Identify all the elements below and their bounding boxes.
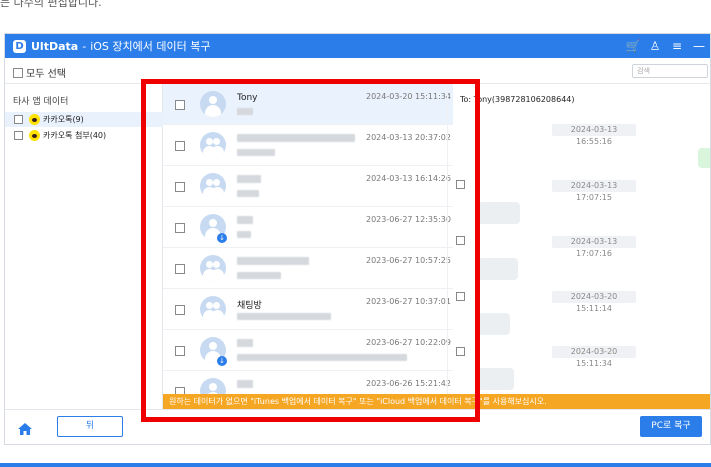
chat-item-checkbox[interactable] xyxy=(175,346,185,356)
blurred-preview xyxy=(237,231,251,238)
chat-time: 2024-03-13 20:37:02 xyxy=(366,133,451,142)
group-avatar xyxy=(200,296,226,322)
select-all-checkbox[interactable]: 모두 선택 xyxy=(13,65,66,80)
blurred-preview xyxy=(237,354,407,361)
chat-item[interactable]: 2024-03-13 20:37:02 xyxy=(163,125,453,166)
chat-time: 2023-06-27 10:57:25 xyxy=(366,256,451,265)
recover-to-pc-button[interactable]: PC로 복구 xyxy=(640,416,702,437)
message-timestamp: 2024-03-13 17:07:16 xyxy=(552,236,636,258)
minimize-icon[interactable]: — xyxy=(688,39,710,53)
chat-name: Tony xyxy=(237,93,258,103)
kakaotalk-icon xyxy=(29,114,40,125)
bottom-window-strip xyxy=(0,463,711,467)
chat-item-checkbox[interactable] xyxy=(175,305,185,315)
chat-item-checkbox[interactable] xyxy=(175,141,185,151)
back-button[interactable]: 뒤 xyxy=(57,416,123,437)
message-bubble-incoming xyxy=(478,258,518,280)
group-avatar xyxy=(200,173,226,199)
sidebar-item-kakaotalk-attachments[interactable]: 카카오톡 첨부(40) xyxy=(5,128,163,143)
chat-item[interactable]: ↓ 2023-06-27 12:35:30 xyxy=(163,207,453,248)
chat-item[interactable]: Tony 2024-03-20 15:11:34 xyxy=(163,84,453,125)
chat-list: Tony 2024-03-20 15:11:34 2024-03-13 20:3… xyxy=(163,84,453,409)
chat-time: 2023-06-27 12:35:30 xyxy=(366,215,451,224)
title-bar: D UltData - iOS 장치에서 데이터 복구 🛒 ♙ ≡ — xyxy=(5,34,710,58)
sidebar-item-label: 카카오톡(9) xyxy=(43,115,84,124)
to-label: To: xyxy=(460,95,472,104)
blurred-preview xyxy=(237,190,259,197)
list-toolbar: 모두 선택 검색 xyxy=(5,58,710,84)
chat-item-checkbox[interactable] xyxy=(175,182,185,192)
content-area: Tony 2024-03-20 15:11:34 2024-03-13 20:3… xyxy=(163,84,710,409)
chat-time: 2023-06-27 10:22:09 xyxy=(366,338,451,347)
message-timestamp: 2024-03-13 16:55:16 xyxy=(552,124,636,146)
sidebar-item-kakaotalk[interactable]: 카카오톡(9) xyxy=(5,112,163,127)
chat-item[interactable]: ↓ 2023-06-27 10:22:09 xyxy=(163,330,453,371)
menu-icon[interactable]: ≡ xyxy=(666,39,688,53)
group-avatar xyxy=(200,255,226,281)
message-bubble-incoming xyxy=(478,202,520,224)
chat-time: 2023-06-26 15:21:42 xyxy=(366,379,451,388)
blurred-name xyxy=(237,134,355,142)
download-badge-icon: ↓ xyxy=(217,356,227,366)
blurred-name xyxy=(237,175,261,183)
title-separator: - xyxy=(82,39,87,53)
sidebar-item-label: 카카오톡 첨부(40) xyxy=(43,131,107,140)
blurred-preview xyxy=(237,272,281,279)
app-subtitle: iOS 장치에서 데이터 복구 xyxy=(90,40,211,53)
home-icon[interactable] xyxy=(5,410,45,444)
chat-time: 2024-03-13 16:14:26 xyxy=(366,174,451,183)
title-actions: 🛒 ♙ ≡ — xyxy=(622,34,710,58)
message-timestamp: 2024-03-20 15:11:34 xyxy=(552,346,636,368)
message-timestamp: 2024-03-13 17:07:15 xyxy=(552,180,636,202)
message-bubble-outgoing xyxy=(698,148,710,168)
search-input[interactable]: 검색 xyxy=(632,64,708,78)
message-bubble-incoming xyxy=(478,368,514,390)
ultdata-logo-icon: D xyxy=(13,39,26,53)
download-badge-icon: ↓ xyxy=(217,233,227,243)
cart-icon[interactable]: 🛒 xyxy=(622,39,644,53)
app-name: UltData xyxy=(31,39,79,53)
chat-item[interactable]: 채팅방 2023-06-27 10:37:01 xyxy=(163,289,453,330)
select-all-label: 모두 선택 xyxy=(26,69,66,80)
blurred-name xyxy=(237,339,253,347)
group-avatar xyxy=(200,132,226,158)
chat-name: 채팅방 xyxy=(237,301,262,311)
sidebar-title: 타사 앱 데이터 xyxy=(13,97,69,107)
blurred-name xyxy=(237,380,253,388)
to-value: Tony(398728106208644) xyxy=(473,95,575,104)
conversation-pane: To: Tony(398728106208644) 2024-03-13 16:… xyxy=(447,84,710,409)
chat-item-checkbox[interactable] xyxy=(175,223,185,233)
message-bubble-incoming xyxy=(478,313,510,335)
recovery-tip-banner: 원하는 데이터가 없으면 "iTunes 백업에서 데이터 복구" 또는 "iC… xyxy=(163,394,710,409)
avatar xyxy=(200,91,226,117)
blurred-name xyxy=(237,216,253,224)
message-timestamp: 2024-03-20 15:11:14 xyxy=(552,291,636,313)
blurred-preview xyxy=(237,313,331,320)
footer-bar: 뒤 PC로 복구 xyxy=(5,409,710,444)
user-icon[interactable]: ♙ xyxy=(644,39,666,53)
blurred-name xyxy=(237,257,309,265)
kakaotalk-icon xyxy=(29,130,40,141)
sidebar: 타사 앱 데이터 카카오톡(9) 카카오톡 첨부(40) xyxy=(5,84,163,409)
chat-item[interactable]: 2023-06-27 10:57:25 xyxy=(163,248,453,289)
ultdata-window: D UltData - iOS 장치에서 데이터 복구 🛒 ♙ ≡ — 모두 선… xyxy=(4,33,711,445)
sidebar-item-checkbox[interactable] xyxy=(14,115,23,124)
chat-time: 2024-03-20 15:11:34 xyxy=(366,92,451,101)
sidebar-item-checkbox[interactable] xyxy=(14,131,23,140)
chat-item-checkbox[interactable] xyxy=(175,264,185,274)
chat-time: 2023-06-27 10:37:01 xyxy=(366,297,451,306)
blurred-preview xyxy=(237,108,253,115)
chat-item[interactable]: 2024-03-13 16:14:26 xyxy=(163,166,453,207)
chat-item-checkbox[interactable] xyxy=(175,100,185,110)
select-all-box[interactable] xyxy=(13,67,23,78)
blurred-preview xyxy=(237,149,275,156)
conversation-recipient: To: Tony(398728106208644) xyxy=(460,95,575,104)
top-caption-text: 는 다수의 편집합니다. xyxy=(0,0,102,9)
